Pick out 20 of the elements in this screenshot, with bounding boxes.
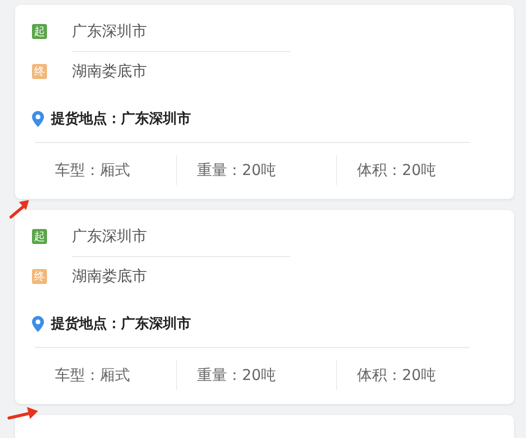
pickup-location: 提货地点：广东深圳市 (51, 315, 191, 333)
spec-text: 重量：20吨 (176, 360, 336, 390)
stop-badge: 终 (32, 64, 47, 78)
spec-text: 体积：20吨 (336, 360, 470, 390)
spec-text: 重量：20吨 (176, 155, 336, 185)
city-name: 湖南娄底市 (72, 61, 148, 82)
order-card[interactable]: 起 广东深圳市 终 湖南娄底市 提货地点：广东深圳市 车型：厢式 重量：20吨 体积：20吨 (15, 5, 514, 199)
city-name: 湖南娄底市 (72, 266, 148, 287)
location-pin-icon (32, 316, 44, 332)
stop-badge: 终 (32, 268, 47, 284)
spec-text: 车型：厢式 (54, 160, 131, 181)
spec-text: 体积：20吨 (336, 155, 470, 185)
city-name: 广东深圳市 (72, 10, 290, 52)
stop-badge: 起 (32, 228, 47, 244)
city-name: 广东深圳市 (72, 216, 290, 256)
pickup-location: 提货地点：广东深圳市 (51, 110, 191, 128)
location-pin-icon (32, 111, 44, 127)
spec-text: 车型：厢式 (54, 365, 131, 386)
stop-badge: 起 (32, 24, 47, 38)
order-card[interactable]: 起 广东深圳市 终 湖南娄底市 提货地点：广东深圳市 车型：厢式 重量：20吨 体积：20吨 (15, 210, 514, 404)
